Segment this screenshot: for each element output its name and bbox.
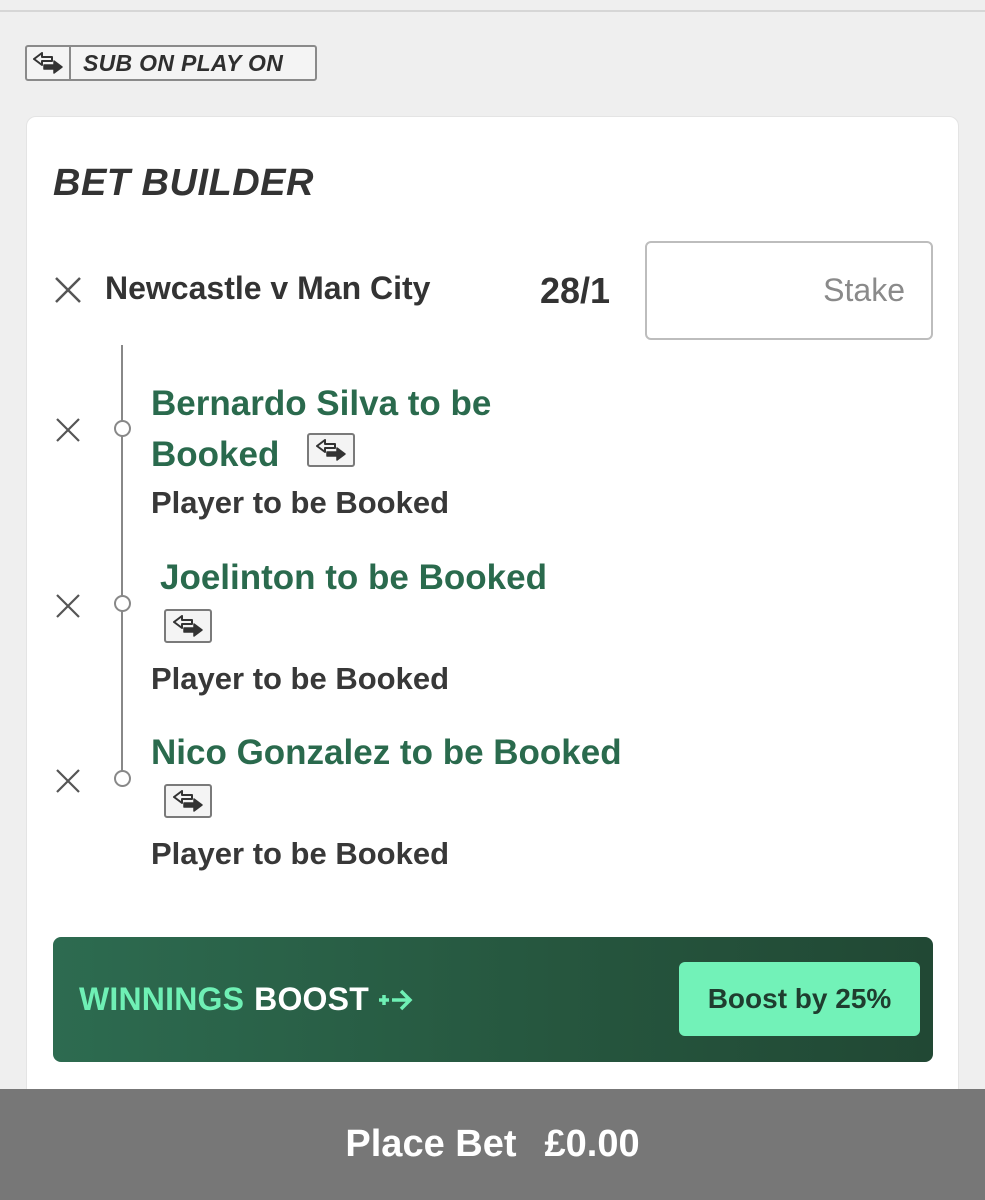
top-divider <box>0 0 985 12</box>
selection-timeline <box>121 345 123 773</box>
timeline-node <box>114 595 131 612</box>
bet-builder-title: BET BUILDER <box>53 162 314 204</box>
remove-selection-close-icon[interactable] <box>53 591 83 621</box>
selection-title[interactable]: Joelinton to be Booked <box>160 552 547 603</box>
swap-icon <box>27 47 71 79</box>
swap-icon <box>164 784 212 818</box>
winnings-boost-label: WINNINGS BOOST <box>79 981 413 1018</box>
place-bet-amount: £0.00 <box>544 1123 640 1165</box>
stake-input[interactable] <box>645 241 933 340</box>
selection-market: Player to be Booked <box>151 661 450 696</box>
boost-button[interactable]: Boost by 25% <box>679 962 920 1036</box>
selection-market: Player to be Booked <box>151 836 450 871</box>
place-bet-label: Place Bet <box>345 1123 517 1165</box>
timeline-node <box>114 770 131 787</box>
swap-icon <box>164 609 212 643</box>
odds-value: 28/1 <box>540 270 611 311</box>
winnings-boost-label-green: WINNINGS <box>79 981 245 1017</box>
bet-builder-card: BET BUILDER Newcastle v Man City 28/1 Be… <box>26 116 959 1116</box>
place-bet-button[interactable]: Place Bet £0.00 <box>0 1089 985 1200</box>
swap-icon <box>307 433 355 467</box>
timeline-node <box>114 420 131 437</box>
selection-title-line: Bernardo Silva to be <box>151 384 492 423</box>
sub-on-play-on-label: SUB ON PLAY ON <box>83 49 284 76</box>
remove-selection-close-icon[interactable] <box>53 766 83 796</box>
winnings-boost-banner: WINNINGS BOOST Boost by 25% <box>53 937 933 1062</box>
remove-selection-close-icon[interactable] <box>53 415 83 445</box>
event-name: Newcastle v Man City <box>105 270 431 306</box>
winnings-boost-label-white: BOOST <box>254 981 369 1017</box>
boost-arrow-icon <box>377 987 413 1013</box>
selection-market: Player to be Booked <box>151 485 450 520</box>
remove-event-close-icon[interactable] <box>53 275 83 305</box>
sub-on-play-on-badge: SUB ON PLAY ON <box>25 45 317 81</box>
selection-title[interactable]: Nico Gonzalez to be Booked <box>151 727 622 778</box>
